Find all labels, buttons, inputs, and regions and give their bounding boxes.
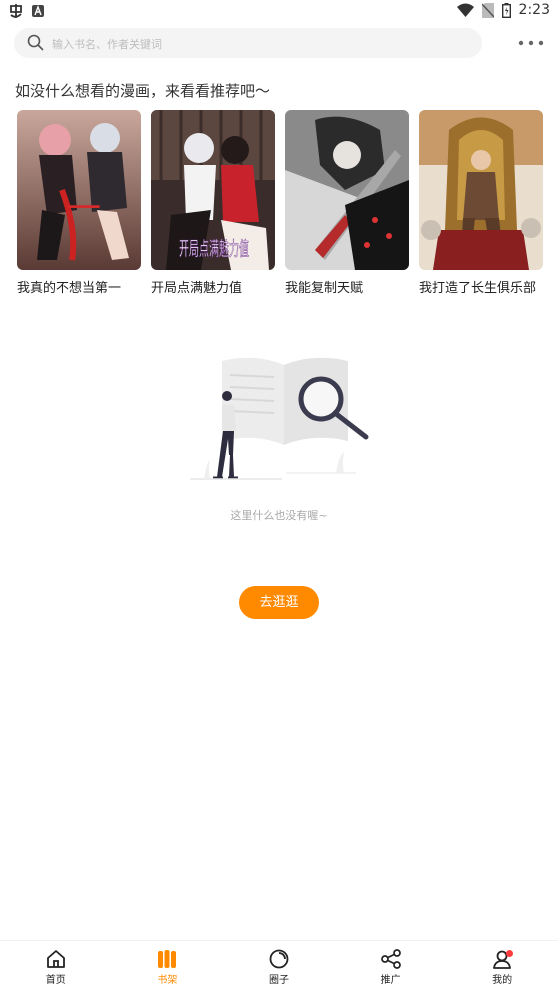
- search-row: 输入书名、作者关键词: [14, 28, 544, 58]
- wifi-icon: [456, 3, 474, 17]
- tab-label: 我的: [492, 975, 513, 986]
- home-icon: [46, 950, 65, 968]
- tab-label: 圈子: [268, 975, 289, 986]
- comic-card[interactable]: 我能复制天赋: [285, 110, 409, 296]
- no-sim-icon: [481, 2, 494, 18]
- comic-title[interactable]: 我真的不想当第一: [17, 277, 141, 296]
- tab-mine[interactable]: 我的: [446, 941, 558, 992]
- comic-cover[interactable]: 开局点满魅力值: [151, 110, 275, 270]
- tab-label: 推广: [380, 975, 401, 986]
- comic-title[interactable]: 我打造了长生俱乐部: [419, 277, 543, 296]
- search-placeholder: 输入书名、作者关键词: [52, 38, 162, 51]
- comic-card[interactable]: 我打造了长生俱乐部: [419, 110, 543, 296]
- more-dots-icon[interactable]: [518, 36, 544, 50]
- comic-title[interactable]: 开局点满魅力值: [151, 277, 275, 296]
- cover-lettering: 开局点满魅力值: [179, 238, 249, 260]
- notification-a-icon: [32, 5, 44, 17]
- share-icon: [380, 949, 401, 969]
- comic-cover[interactable]: [419, 110, 543, 270]
- tab-label: 书架: [157, 975, 178, 986]
- empty-state-illustration: [190, 357, 369, 480]
- empty-state-message: 这里什么也没有喔~: [230, 509, 328, 522]
- comic-cover[interactable]: [285, 110, 409, 270]
- recommend-list: 一 我真的不想当第一 开局点满魅力值 开局点满魅力值: [17, 110, 543, 296]
- tab-label: 首页: [45, 975, 66, 986]
- comic-card[interactable]: 一 我真的不想当第一: [17, 110, 141, 296]
- status-time: 2:23: [518, 2, 550, 18]
- search-icon: [27, 34, 44, 51]
- tab-promote[interactable]: 推广: [335, 941, 447, 992]
- tab-circle[interactable]: 圈子: [223, 941, 335, 992]
- comic-card[interactable]: 开局点满魅力值 开局点满魅力值: [151, 110, 275, 296]
- cover-lettering: 一: [67, 191, 101, 228]
- bottom-tabbar: 首页 书架 圈子 推广 我的: [0, 940, 558, 992]
- status-bar: 2:23: [0, 0, 558, 24]
- tab-bookshelf[interactable]: 书架: [112, 941, 224, 992]
- circle-icon: [269, 949, 289, 969]
- comic-cover[interactable]: 一: [17, 110, 141, 270]
- browse-button[interactable]: 去逛逛: [239, 586, 319, 619]
- bookshelf-icon: [158, 950, 177, 968]
- comic-title[interactable]: 我能复制天赋: [285, 277, 409, 296]
- recommend-title: 如没什么想看的漫画，来看看推荐吧～: [15, 82, 271, 100]
- tab-home[interactable]: 首页: [0, 941, 112, 992]
- battery-icon: [501, 2, 511, 18]
- search-input[interactable]: 输入书名、作者关键词: [14, 28, 482, 58]
- app-badge-icon: [10, 4, 22, 18]
